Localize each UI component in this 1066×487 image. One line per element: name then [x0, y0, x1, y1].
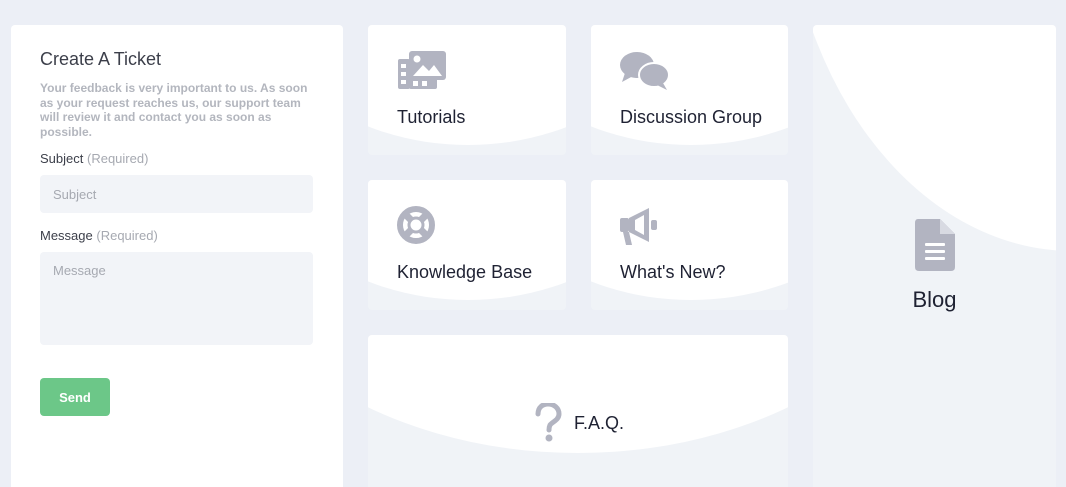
subject-label-text: Subject: [40, 151, 84, 166]
tile-tutorials-label: Tutorials: [397, 107, 466, 127]
document-icon: [915, 219, 955, 271]
tile-blog-label: Blog: [912, 287, 957, 312]
tile-knowledge-base-label: Knowledge Base: [397, 262, 533, 282]
ticket-form-description: Your feedback is very important to us. A…: [40, 81, 308, 139]
tile-whats-new-label: What's New?: [620, 262, 726, 282]
subject-label: Subject (Required): [40, 151, 314, 167]
message-textarea[interactable]: [40, 252, 313, 345]
ticket-form-title: Create A Ticket: [40, 49, 162, 69]
tile-discussion-group[interactable]: Discussion Group: [591, 25, 788, 155]
subject-required-note: (Required): [87, 151, 149, 166]
message-label-text: Message: [40, 228, 93, 243]
tile-faq-label: F.A.Q.: [574, 413, 625, 433]
tile-faq[interactable]: F.A.Q.: [368, 335, 788, 487]
message-required-note: (Required): [96, 228, 158, 243]
tile-blog[interactable]: Blog: [813, 25, 1056, 487]
create-ticket-form: Create A Ticket Your feedback is very im…: [11, 25, 343, 487]
tile-tutorials[interactable]: Tutorials: [368, 25, 566, 155]
tile-discussion-group-label: Discussion Group: [620, 107, 763, 127]
tutorials-gallery-icon: [398, 51, 446, 89]
tile-decoration: [368, 335, 788, 453]
chat-bubbles-icon: [620, 52, 670, 90]
tile-whats-new[interactable]: What's New?: [591, 180, 788, 310]
question-mark-icon: [535, 403, 562, 442]
send-button[interactable]: Send: [40, 378, 110, 416]
support-page: Create A Ticket Your feedback is very im…: [0, 0, 1066, 487]
megaphone-icon: [620, 208, 657, 245]
message-label: Message (Required): [40, 228, 314, 244]
subject-input[interactable]: [40, 175, 313, 213]
lifebuoy-icon: [397, 206, 435, 244]
tile-knowledge-base[interactable]: Knowledge Base: [368, 180, 566, 310]
